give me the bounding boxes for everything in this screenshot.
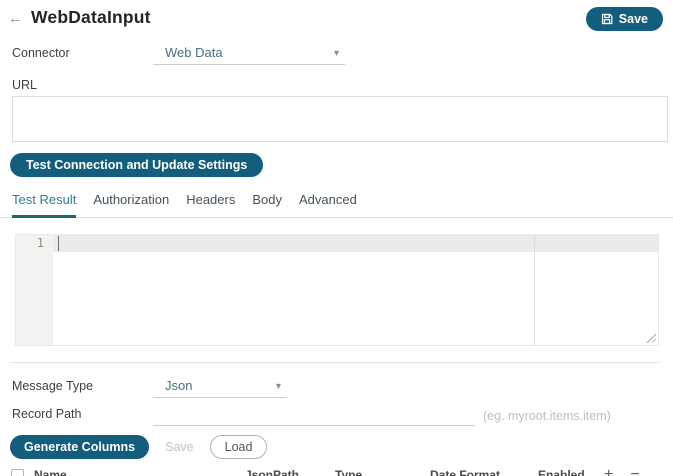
- load-columns-button[interactable]: Load: [210, 435, 268, 459]
- url-textarea[interactable]: [12, 96, 668, 142]
- generate-columns-button[interactable]: Generate Columns: [10, 435, 149, 459]
- save-button-label: Save: [619, 12, 648, 26]
- connector-select[interactable]: Web Data ▾: [153, 45, 345, 65]
- record-path-row: Record Path (eg. myroot.items.item): [0, 406, 673, 426]
- column-header-jsonpath: JsonPath: [245, 468, 335, 476]
- tab-bar: Test Result Authorization Headers Body A…: [0, 188, 673, 218]
- tab-authorization[interactable]: Authorization: [93, 188, 169, 218]
- section-divider: [10, 362, 659, 363]
- editor-cursor: [58, 236, 59, 251]
- save-columns-button: Save: [157, 435, 202, 459]
- message-type-select-value: Json: [165, 378, 192, 393]
- connector-select-value: Web Data: [165, 45, 223, 60]
- tab-test-result[interactable]: Test Result: [12, 188, 76, 218]
- connector-label: Connector: [12, 46, 153, 65]
- editor-active-line: [16, 235, 658, 252]
- select-all-checkbox[interactable]: [11, 469, 24, 476]
- message-type-label: Message Type: [12, 379, 153, 398]
- test-connection-button[interactable]: Test Connection and Update Settings: [10, 153, 263, 177]
- actions-row: Generate Columns Save Load: [10, 435, 673, 459]
- connector-row: Connector Web Data ▾: [0, 45, 673, 65]
- tab-headers[interactable]: Headers: [186, 188, 235, 218]
- chevron-down-icon: ▾: [276, 382, 281, 393]
- page-title: WebDataInput: [31, 7, 151, 28]
- message-type-row: Message Type Json ▾: [0, 378, 673, 398]
- editor-gutter: 1: [16, 235, 53, 345]
- editor-line-number: 1: [16, 235, 53, 252]
- columns-table-header: Name JsonPath Type Date Format Enabled +…: [0, 467, 659, 476]
- column-header-dateformat: Date Format: [430, 468, 538, 476]
- url-label: URL: [12, 78, 663, 92]
- remove-column-icon[interactable]: −: [630, 467, 639, 476]
- add-column-icon[interactable]: +: [604, 467, 613, 476]
- record-path-input[interactable]: [153, 406, 475, 426]
- column-header-enabled: Enabled: [538, 468, 585, 476]
- chevron-down-icon: ▾: [334, 49, 339, 60]
- message-type-select[interactable]: Json ▾: [153, 378, 287, 398]
- column-header-type: Type: [335, 468, 430, 476]
- editor-divider: [534, 235, 535, 345]
- save-button[interactable]: Save: [586, 7, 663, 31]
- titlebar: ← WebDataInput Save: [0, 0, 673, 31]
- record-path-hint: (eg. myroot.items.item): [483, 409, 611, 426]
- tab-body[interactable]: Body: [252, 188, 282, 218]
- tab-advanced[interactable]: Advanced: [299, 188, 357, 218]
- save-icon: [601, 13, 613, 25]
- url-block: URL: [0, 78, 673, 142]
- back-icon[interactable]: ←: [8, 9, 23, 26]
- test-result-editor[interactable]: 1: [15, 234, 659, 346]
- record-path-label: Record Path: [12, 407, 153, 426]
- column-header-name: Name: [34, 468, 245, 476]
- resize-handle-icon[interactable]: [645, 332, 656, 343]
